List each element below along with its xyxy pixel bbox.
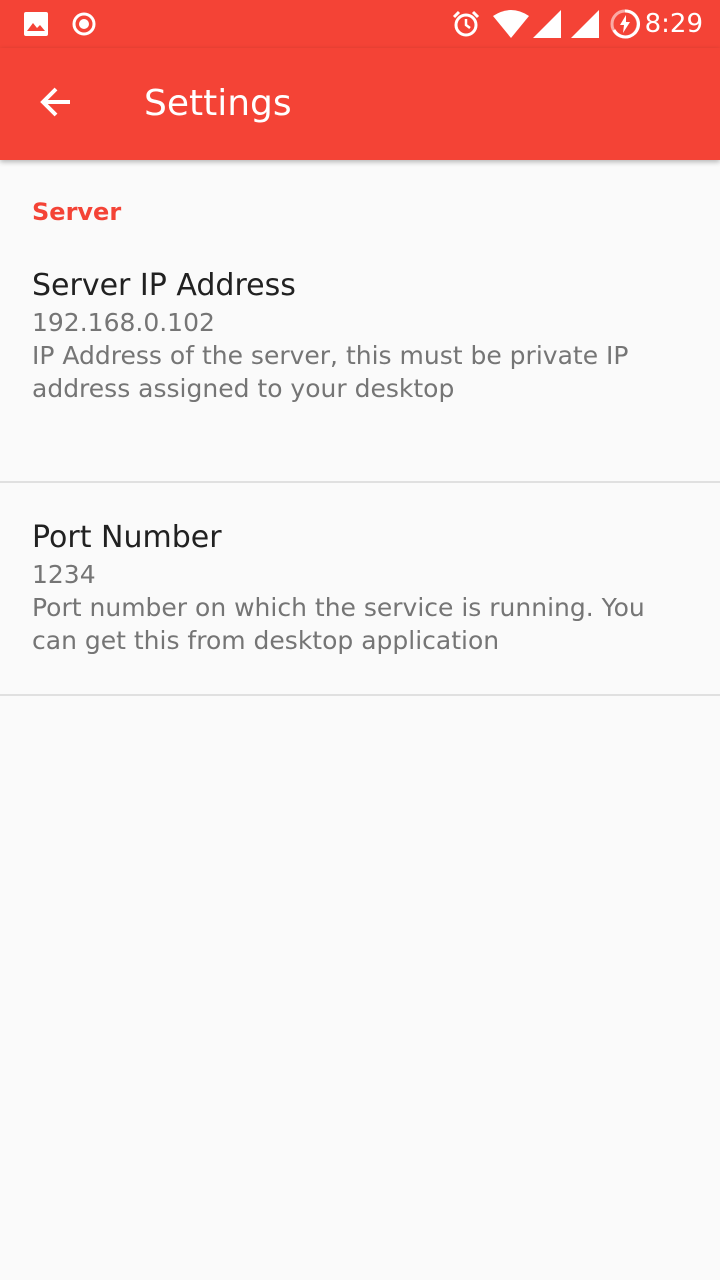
pref-server-ip-address[interactable]: Server IP Address 192.168.0.102 IP Addre… — [0, 248, 720, 481]
settings-list: Server Server IP Address 192.168.0.102 I… — [0, 160, 720, 696]
app-bar: Settings — [0, 48, 720, 160]
arrow-back-icon — [39, 85, 73, 123]
wifi-icon — [492, 8, 530, 40]
signal-icon — [570, 8, 600, 40]
category-header-server: Server — [32, 198, 122, 226]
record-icon — [70, 8, 98, 40]
pref-title: Port Number — [32, 520, 222, 555]
back-button[interactable] — [24, 72, 88, 136]
image-icon — [22, 8, 50, 40]
status-bar: 8:29 — [0, 0, 720, 48]
battery-charging-icon — [608, 8, 642, 40]
pref-title: Server IP Address — [32, 268, 296, 303]
pref-summary: IP Address of the server, this must be p… — [32, 341, 629, 403]
divider — [0, 694, 720, 696]
signal-icon — [532, 8, 562, 40]
pref-value: 1234 — [32, 560, 96, 589]
page-title: Settings — [144, 83, 292, 124]
pref-value: 192.168.0.102 — [32, 308, 215, 337]
status-time: 8:29 — [644, 9, 703, 39]
pref-port-number[interactable]: Port Number 1234 Port number on which th… — [0, 483, 720, 694]
pref-summary: Port number on which the service is runn… — [32, 593, 645, 655]
alarm-icon — [450, 8, 482, 40]
